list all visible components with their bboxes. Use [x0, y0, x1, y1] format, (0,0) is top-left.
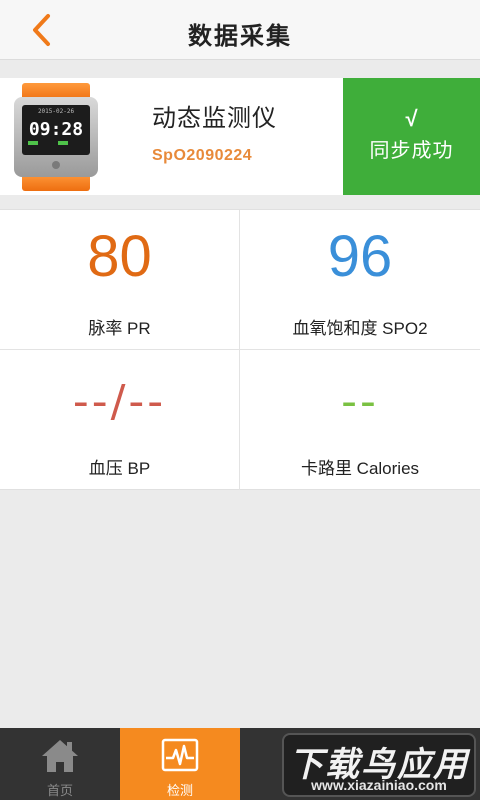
bp-value: --/-- — [72, 376, 167, 427]
sync-label: 同步成功 — [369, 140, 454, 162]
tab-home-label: 首页 — [46, 783, 73, 798]
home-icon — [42, 740, 78, 772]
device-screen-time: 09:28 — [29, 119, 83, 140]
device-name: 动态监测仪 — [152, 105, 277, 132]
sync-success-button[interactable]: √ 同步成功 — [343, 78, 480, 195]
metric-pulse[interactable]: 80 脉率 PR — [0, 210, 240, 350]
page-title: 数据采集 — [188, 23, 292, 50]
bp-label: 血压 BP — [88, 459, 151, 478]
tab-detect[interactable]: 检测 — [120, 728, 240, 800]
tab-home[interactable]: 首页 — [0, 728, 120, 800]
metrics-grid: 80 脉率 PR 96 血氧饱和度 SPO2 --/-- 血压 BP -- 卡路… — [0, 209, 480, 490]
header-bar: 数据采集 — [0, 0, 480, 60]
device-card: 2015-02-26 09:28 动态监测仪 SpO2090224 √ 同步成功 — [0, 78, 480, 195]
pulse-monitor-icon — [161, 738, 199, 772]
metric-blood-pressure[interactable]: --/-- 血压 BP — [0, 350, 240, 490]
spo2-label: 血氧饱和度 SPO2 — [292, 319, 428, 338]
pulse-label: 脉率 PR — [88, 319, 151, 338]
spo2-value: 96 — [327, 224, 393, 289]
metric-spo2[interactable]: 96 血氧饱和度 SPO2 — [240, 210, 480, 350]
pulse-value: 80 — [87, 224, 152, 289]
checkmark-icon: √ — [405, 106, 418, 131]
metric-calories[interactable]: -- 卡路里 Calories — [240, 350, 480, 490]
device-watch-image: 2015-02-26 09:28 — [14, 83, 98, 191]
calories-value: -- — [341, 376, 379, 427]
device-id: SpO2090224 — [152, 147, 253, 164]
watermark-url: www.xiazainiao.com — [311, 777, 447, 793]
device-screen-date: 2015-02-26 — [38, 108, 75, 115]
watermark-logo: 下载鸟应用 www.xiazainiao.com — [282, 733, 476, 797]
tab-detect-label: 检测 — [166, 783, 193, 798]
calories-label: 卡路里 Calories — [300, 459, 420, 478]
